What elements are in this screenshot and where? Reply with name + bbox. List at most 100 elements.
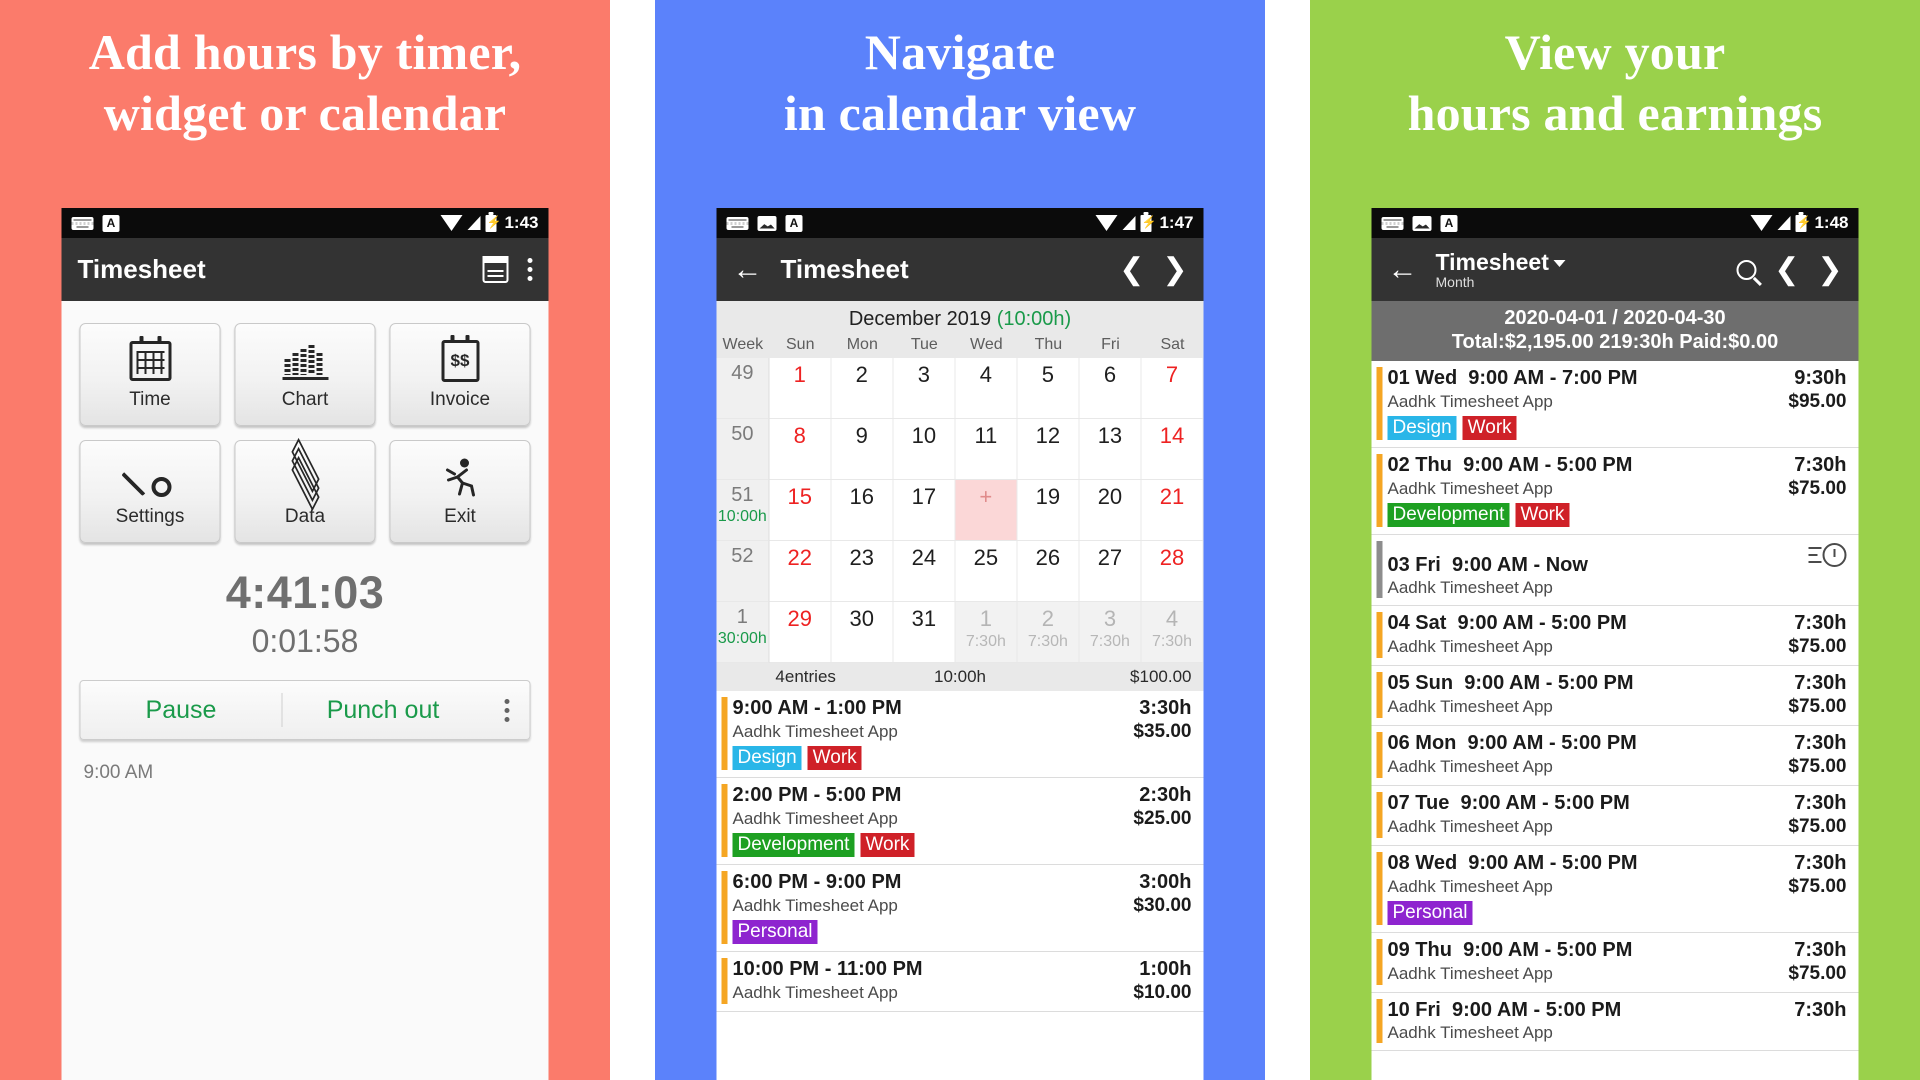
back-arrow-icon[interactable]: ← <box>733 254 763 285</box>
tag-list: Design Work <box>1387 416 1847 440</box>
month-header[interactable]: December 2019 (10:00h) <box>716 301 1204 336</box>
calendar-day-cell[interactable]: 30 <box>831 602 894 663</box>
entry-row[interactable]: 01 Wed 9:00 AM - 7:00 PM 9:30h Aadhk Times… <box>1371 361 1859 448</box>
calendar-day-cell[interactable]: 10 <box>893 419 956 480</box>
home-button-settings[interactable]: Settings <box>79 440 221 543</box>
calendar-week-cell[interactable]: 50 <box>716 419 770 480</box>
calendar-day-cell[interactable]: 27 <box>1079 541 1142 602</box>
calendar-day-cell[interactable]: 17 <box>893 480 956 541</box>
title-block[interactable]: Timesheet Month <box>1436 249 1566 290</box>
entry-row[interactable]: 10:00 PM - 11:00 PM 1:00h Aadhk Timesheet … <box>716 951 1204 1012</box>
calendar-day-cell[interactable]: 4 <box>955 358 1018 419</box>
day-number: 10 <box>911 423 937 448</box>
entry-row[interactable]: 03 Fri 9:00 AM - Now Aadhk Timesheet App <box>1371 534 1859 606</box>
calendar-week-cell[interactable]: 1 30:00h <box>716 602 770 663</box>
tag-badge[interactable]: Work <box>1515 502 1570 527</box>
language-a-icon: A <box>1440 214 1458 232</box>
calendar-day-cell[interactable]: 15 <box>769 480 832 541</box>
calendar-day-cell[interactable]: 2 <box>831 358 894 419</box>
panel-calendar: Navigate in calendar view A 1:47 ← <box>655 0 1265 1080</box>
calendar-day-cell[interactable]: 28 <box>1141 541 1204 602</box>
entry-row[interactable]: 08 Wed 9:00 AM - 5:00 PM 7:30h Aadhk Times… <box>1371 845 1859 933</box>
calendar-day-cell[interactable]: 13 <box>1079 419 1142 480</box>
entry-amount: $75.00 <box>1788 875 1847 897</box>
calendar-day-cell[interactable]: 16 <box>831 480 894 541</box>
entry-row[interactable]: 07 Tue 9:00 AM - 5:00 PM 7:30h Aadhk Times… <box>1371 785 1859 846</box>
calendar-day-cell[interactable]: 8 <box>769 419 832 480</box>
entry-row[interactable]: 9:00 AM - 1:00 PM 3:30h Aadhk Timesheet Ap… <box>716 691 1204 778</box>
entry-row[interactable]: 10 Fri 9:00 AM - 5:00 PM 7:30h Aadhk Times… <box>1371 992 1859 1051</box>
day-number: 5 <box>1041 362 1055 387</box>
invoice-dollar-icon: $$ <box>441 335 479 384</box>
add-entry-icon[interactable]: + <box>979 484 992 510</box>
overflow-menu-icon[interactable] <box>484 698 530 722</box>
next-period-icon[interactable]: ❯ <box>1817 254 1842 285</box>
calendar-day-cell[interactable]: 25 <box>955 541 1018 602</box>
calendar-day-cell[interactable]: 29 <box>769 602 832 663</box>
pause-button[interactable]: Pause <box>81 696 282 725</box>
previous-month-icon[interactable]: ❮ <box>1119 254 1144 285</box>
tag-badge[interactable]: Development <box>732 832 855 857</box>
calendar-day-cell[interactable]: 1 7:30h <box>955 602 1018 663</box>
entry-row[interactable]: 2:00 PM - 5:00 PM 2:30h Aadhk Timesheet Ap… <box>716 777 1204 865</box>
tag-badge[interactable]: Design <box>732 746 802 770</box>
calendar-day-cell[interactable]: 22 <box>769 541 832 602</box>
tag-badge[interactable]: Work <box>860 832 915 857</box>
calendar-day-cell[interactable]: 4 7:30h <box>1141 602 1204 663</box>
calendar-day-cell[interactable]: 21 <box>1141 480 1204 541</box>
tag-badge[interactable]: Work <box>807 746 862 770</box>
calendar-week-cell[interactable]: 52 <box>716 541 770 602</box>
calendar-day-cell[interactable]: 3 <box>893 358 956 419</box>
tag-badge[interactable]: Personal <box>1387 900 1473 925</box>
entry-row[interactable]: 02 Thu 9:00 AM - 5:00 PM 7:30h Aadhk Times… <box>1371 447 1859 535</box>
entry-row[interactable]: 6:00 PM - 9:00 PM 3:00h Aadhk Timesheet Ap… <box>716 864 1204 952</box>
calendar-day-cell[interactable]: 24 <box>893 541 956 602</box>
calendar-day-cell[interactable]: 11 <box>955 419 1018 480</box>
calendar-day-cell[interactable]: 5 <box>1017 358 1080 419</box>
tag-badge[interactable]: Development <box>1387 502 1510 527</box>
calendar-day-cell[interactable]: 9 <box>831 419 894 480</box>
entry-client: Aadhk Timesheet App <box>1387 756 1553 776</box>
running-man-icon <box>440 455 480 501</box>
calendar-day-cell[interactable]: 23 <box>831 541 894 602</box>
day-number: 24 <box>911 545 937 570</box>
home-button-chart[interactable]: Chart <box>234 323 376 426</box>
punch-out-button[interactable]: Punch out <box>283 696 484 725</box>
calendar-icon[interactable] <box>482 256 509 283</box>
calendar-day-cell[interactable]: 3 7:30h <box>1079 602 1142 663</box>
calendar-day-cell[interactable]: 19 <box>1017 480 1080 541</box>
home-button-data[interactable]: Data <box>234 437 376 543</box>
calendar-day-cell[interactable]: 6 <box>1079 358 1142 419</box>
entry-row[interactable]: 05 Sun 9:00 AM - 5:00 PM 7:30h Aadhk Times… <box>1371 665 1859 726</box>
entry-row[interactable]: 09 Thu 9:00 AM - 5:00 PM 7:30h Aadhk Times… <box>1371 932 1859 993</box>
calendar-week-cell[interactable]: 49 <box>716 358 770 419</box>
entry-row[interactable]: 06 Mon 9:00 AM - 5:00 PM 7:30h Aadhk Times… <box>1371 725 1859 786</box>
panel-report-headline: View your hours and earnings <box>1310 0 1920 144</box>
home-button-exit[interactable]: Exit <box>389 440 531 543</box>
home-button-grid: Time Chart $$ Invoice Settings Data Exit <box>62 301 549 543</box>
home-button-invoice[interactable]: $$ Invoice <box>389 323 531 426</box>
entry-row[interactable]: 04 Sat 9:00 AM - 5:00 PM 7:30h Aadhk Times… <box>1371 605 1859 666</box>
calendar-day-cell[interactable]: 14 <box>1141 419 1204 480</box>
tag-badge[interactable]: Design <box>1387 416 1457 440</box>
calendar-day-cell[interactable]: 20 <box>1079 480 1142 541</box>
overflow-menu-icon[interactable] <box>527 258 533 281</box>
calendar-day-cell[interactable]: 1 <box>769 358 832 419</box>
day-number: 30 <box>849 606 875 631</box>
day-number: 27 <box>1097 545 1123 570</box>
tag-badge[interactable]: Work <box>1462 416 1517 440</box>
calendar-day-cell[interactable]: 31 <box>893 602 956 663</box>
home-button-time[interactable]: Time <box>79 323 221 426</box>
back-arrow-icon[interactable]: ← <box>1388 254 1418 285</box>
calendar-day-cell[interactable]: 26 <box>1017 541 1080 602</box>
search-icon[interactable] <box>1736 259 1757 280</box>
summary-entries: 4entries <box>775 667 836 686</box>
next-month-icon[interactable]: ❯ <box>1162 254 1187 285</box>
calendar-day-cell[interactable]: 7 <box>1141 358 1204 419</box>
calendar-day-cell[interactable]: 12 <box>1017 419 1080 480</box>
tag-badge[interactable]: Personal <box>732 919 818 944</box>
calendar-week-cell[interactable]: 51 10:00h <box>716 480 770 541</box>
calendar-day-cell[interactable]: + <box>955 480 1018 541</box>
calendar-day-cell[interactable]: 2 7:30h <box>1017 602 1080 663</box>
previous-period-icon[interactable]: ❮ <box>1774 254 1799 285</box>
